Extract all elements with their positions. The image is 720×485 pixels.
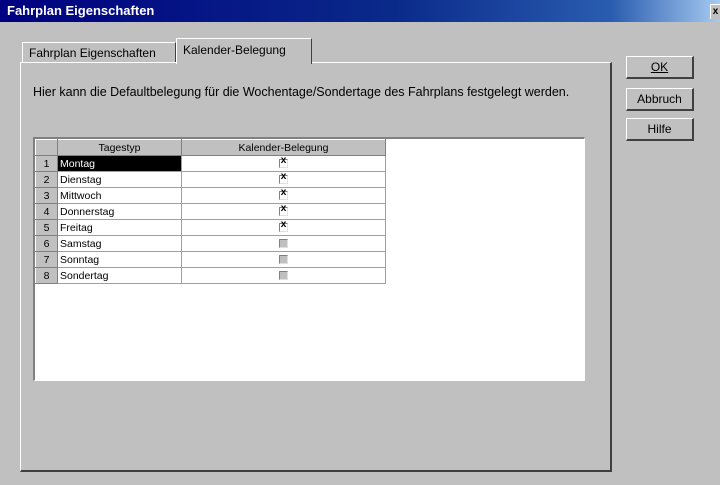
calendar-check-cell[interactable]: x xyxy=(181,155,386,172)
calendar-check-cell[interactable]: x xyxy=(181,187,386,204)
day-type-cell[interactable]: Donnerstag xyxy=(57,203,182,220)
calendar-check-cell[interactable] xyxy=(181,267,386,284)
check-mark-icon: x xyxy=(280,171,287,183)
day-type-cell[interactable]: Sondertag xyxy=(57,267,182,284)
header-kalender-belegung[interactable]: Kalender-Belegung xyxy=(181,139,386,156)
close-button[interactable]: x xyxy=(710,4,720,19)
day-type-cell[interactable]: Mittwoch xyxy=(57,187,182,204)
header-tagestyp[interactable]: Tagestyp xyxy=(57,139,182,156)
table-row[interactable]: 6 Samstag xyxy=(35,235,386,252)
window-title: Fahrplan Eigenschaften xyxy=(7,3,155,18)
close-icon: x xyxy=(712,6,719,17)
checkbox-unchecked-icon[interactable] xyxy=(279,255,288,265)
check-mark-icon: x xyxy=(280,219,287,231)
table-row[interactable]: 1 Montag x xyxy=(35,155,386,172)
tab-kalender-belegung[interactable]: Kalender-Belegung xyxy=(176,38,312,64)
tab-panel: Hier kann die Defaultbelegung für die Wo… xyxy=(20,62,612,472)
calendar-check-cell[interactable] xyxy=(181,235,386,252)
checkbox-unchecked-icon[interactable] xyxy=(279,239,288,249)
checkbox-checked-icon[interactable]: x xyxy=(279,219,288,233)
description-text: Hier kann die Defaultbelegung für die Wo… xyxy=(33,85,570,99)
ok-label: OK xyxy=(650,60,669,74)
calendar-check-cell[interactable] xyxy=(181,251,386,268)
table-row[interactable]: 7 Sonntag xyxy=(35,251,386,268)
check-mark-icon: x xyxy=(280,155,287,167)
row-number[interactable]: 7 xyxy=(35,251,58,268)
abbruch-label: Abbruch xyxy=(637,92,682,106)
ok-button[interactable]: OK xyxy=(626,56,694,79)
checkbox-checked-icon[interactable]: x xyxy=(279,203,288,217)
hilfe-button[interactable]: Hilfe xyxy=(626,118,694,141)
calendar-check-cell[interactable]: x xyxy=(181,219,386,236)
calendar-grid[interactable]: Tagestyp Kalender-Belegung 1 Montag x 2 Dien… xyxy=(33,137,585,381)
tab-label: Fahrplan Eigenschaften xyxy=(29,46,156,60)
checkbox-unchecked-icon[interactable] xyxy=(279,271,288,281)
checkbox-checked-icon[interactable]: x xyxy=(279,155,288,169)
calendar-check-cell[interactable]: x xyxy=(181,203,386,220)
day-type-cell[interactable]: Sonntag xyxy=(57,251,182,268)
table-body: 1 Montag x 2 Dienstag x 3 Mittwoch x 4 Donnerstag x… xyxy=(35,155,386,284)
abbruch-button[interactable]: Abbruch xyxy=(626,88,694,111)
row-number[interactable]: 1 xyxy=(35,155,58,172)
table-header-row: Tagestyp Kalender-Belegung xyxy=(35,139,386,156)
checkbox-checked-icon[interactable]: x xyxy=(279,171,288,185)
day-type-cell[interactable]: Dienstag xyxy=(57,171,182,188)
calendar-check-cell[interactable]: x xyxy=(181,171,386,188)
day-type-cell[interactable]: Montag xyxy=(57,155,182,172)
checkbox-checked-icon[interactable]: x xyxy=(279,187,288,201)
check-mark-icon: x xyxy=(280,203,287,215)
day-type-cell[interactable]: Samstag xyxy=(57,235,182,252)
calendar-table: Tagestyp Kalender-Belegung 1 Montag x 2 Dien… xyxy=(35,139,386,284)
table-row[interactable]: 2 Dienstag x xyxy=(35,171,386,188)
title-bar[interactable]: Fahrplan Eigenschaften x xyxy=(0,0,720,22)
table-row[interactable]: 8 Sondertag xyxy=(35,267,386,284)
hilfe-label: Hilfe xyxy=(647,122,672,136)
row-number[interactable]: 8 xyxy=(35,267,58,284)
table-row[interactable]: 3 Mittwoch x xyxy=(35,187,386,204)
tab-fahrplan-eigenschaften[interactable]: Fahrplan Eigenschaften xyxy=(22,42,176,62)
row-number[interactable]: 5 xyxy=(35,219,58,236)
row-number[interactable]: 6 xyxy=(35,235,58,252)
row-number[interactable]: 2 xyxy=(35,171,58,188)
check-mark-icon: x xyxy=(280,187,287,199)
tab-label: Kalender-Belegung xyxy=(183,43,286,57)
table-row[interactable]: 4 Donnerstag x xyxy=(35,203,386,220)
row-number[interactable]: 4 xyxy=(35,203,58,220)
table-row[interactable]: 5 Freitag x xyxy=(35,219,386,236)
row-number[interactable]: 3 xyxy=(35,187,58,204)
day-type-cell[interactable]: Freitag xyxy=(57,219,182,236)
properties-dialog: Fahrplan Eigenschaften x Fahrplan Eigens… xyxy=(0,0,720,485)
corner-header[interactable] xyxy=(35,139,58,156)
